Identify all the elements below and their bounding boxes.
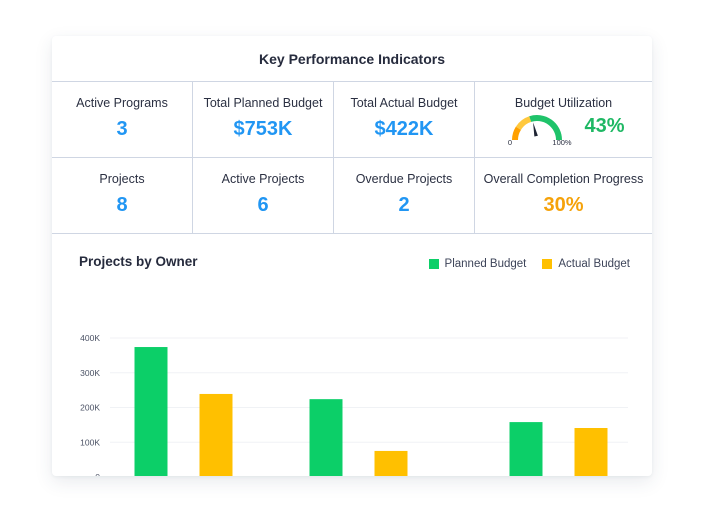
projects-by-owner-chart: 0100K200K300K400K ResidentialCommercialI… <box>52 234 652 476</box>
kpi-label: Active Projects <box>221 172 305 186</box>
kpi-label: Active Programs <box>76 96 168 110</box>
gauge-icon: 0 100% <box>508 115 573 146</box>
bar-chart: 0100K200K300K400K ResidentialCommercialI… <box>80 333 628 476</box>
gauge-row: 0 100% 43% <box>475 112 652 147</box>
kpi-projects: Projects 8 <box>52 158 193 234</box>
kpi-label: Overall Completion Progress <box>483 172 644 186</box>
legend-label: Planned Budget <box>444 258 527 270</box>
kpi-value: 8 <box>116 194 128 216</box>
kpi-value: $753K <box>233 118 293 140</box>
legend-label: Actual Budget <box>558 258 630 270</box>
kpi-value: 30% <box>543 194 584 216</box>
y-tick-label: 0 <box>95 472 100 476</box>
kpi-overall-completion: Overall Completion Progress 30% <box>475 158 652 234</box>
kpi-label: Overdue Projects <box>355 172 453 186</box>
chart-legend: Planned Budget Actual Budget <box>428 258 630 270</box>
kpi-value: 2 <box>398 194 410 216</box>
gauge-segment-low <box>512 126 522 141</box>
kpi-active-projects: Active Projects 6 <box>193 158 334 234</box>
bar-actual-budget-commercial[interactable] <box>374 450 408 476</box>
legend-item-planned[interactable]: Planned Budget <box>428 258 527 270</box>
kpi-total-actual-budget: Total Actual Budget $422K <box>334 82 475 158</box>
kpi-label: Total Actual Budget <box>350 96 458 110</box>
bar-planned-budget-residential[interactable] <box>134 347 168 476</box>
bar-planned-budget-industrial[interactable] <box>509 422 543 476</box>
kpi-label: Total Planned Budget <box>203 96 323 110</box>
kpi-value: 6 <box>257 194 269 216</box>
kpi-label: Projects <box>99 172 145 186</box>
y-tick-label: 300K <box>80 368 100 378</box>
bar-actual-budget-residential[interactable] <box>199 393 233 476</box>
bar-actual-budget-industrial[interactable] <box>574 428 608 476</box>
kpi-total-planned-budget: Total Planned Budget $753K <box>193 82 334 158</box>
chart-title: Projects by Owner <box>79 254 198 269</box>
dashboard-card: Key Performance Indicators Active Progra… <box>52 36 652 476</box>
kpi-value: $422K <box>374 118 434 140</box>
gauge-min-label: 0 <box>508 138 512 146</box>
y-tick-label: 100K <box>80 437 100 447</box>
kpi-value: 43% <box>584 114 625 137</box>
kpi-label: Budget Utilization <box>514 96 613 110</box>
y-tick-label: 400K <box>80 333 100 343</box>
legend-item-actual[interactable]: Actual Budget <box>542 258 630 270</box>
y-tick-label: 200K <box>80 403 100 413</box>
legend-swatch-planned <box>428 259 439 269</box>
gauge-max-label: 100% <box>553 138 573 146</box>
kpi-title: Key Performance Indicators <box>52 36 652 82</box>
kpi-active-programs: Active Programs 3 <box>52 82 193 158</box>
bar-planned-budget-commercial[interactable] <box>309 399 343 476</box>
kpi-budget-utilization: Budget Utilization 0 100% 43% <box>475 82 652 158</box>
kpi-grid: Active Programs 3 Total Planned Budget $… <box>52 82 652 234</box>
kpi-value: 3 <box>116 118 128 140</box>
gauge-needle <box>533 122 539 137</box>
gauge-segment-mid <box>516 116 532 131</box>
kpi-overdue-projects: Overdue Projects 2 <box>334 158 475 234</box>
legend-swatch-actual <box>542 259 553 269</box>
